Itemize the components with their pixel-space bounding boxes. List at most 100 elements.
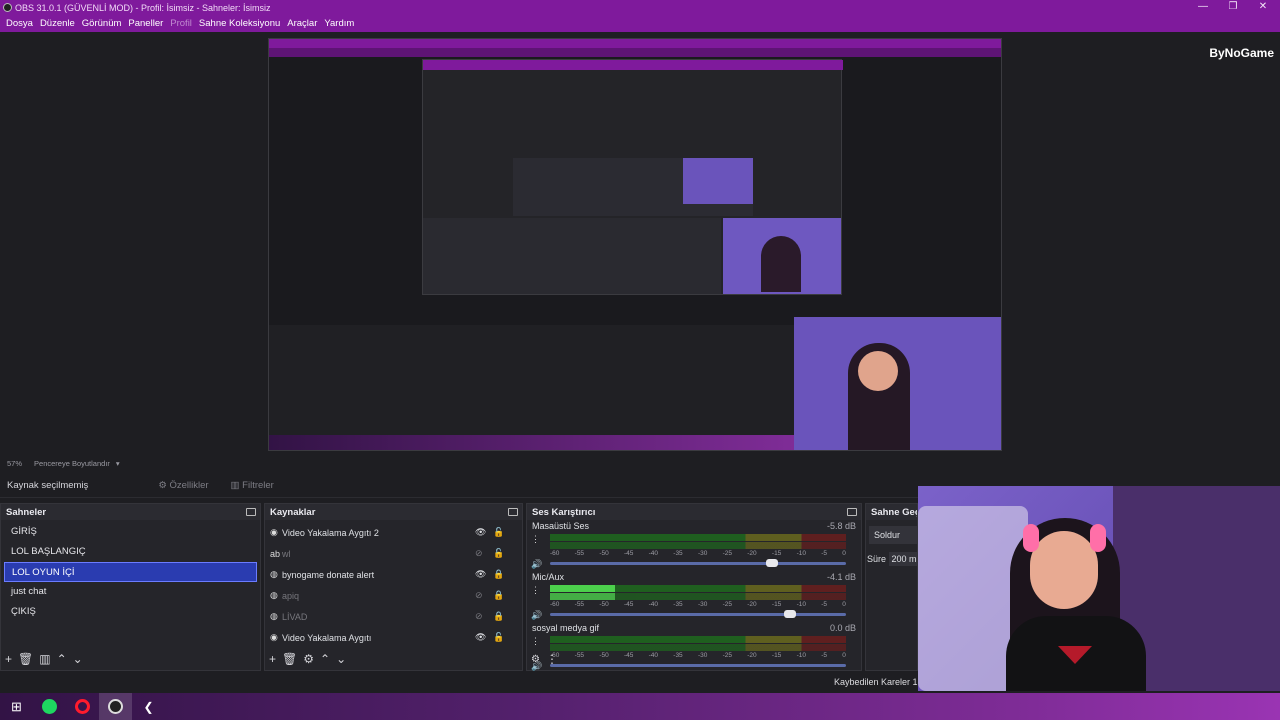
level-fill xyxy=(550,593,616,600)
menu-sahne-koleksiyonu[interactable]: Sahne Koleksiyonu xyxy=(199,18,280,29)
eye-off-icon[interactable]: ⊘ xyxy=(475,548,483,559)
volume-slider[interactable] xyxy=(550,559,846,567)
chevron-down-icon[interactable]: ⌄ xyxy=(336,652,346,666)
minimize-button[interactable]: — xyxy=(1188,0,1218,15)
scale-tick: -20 xyxy=(747,601,757,608)
trash-icon[interactable]: 🗑 xyxy=(282,652,297,666)
sources-toolbar: + 🗑 ⚙ ⌃ ⌄ xyxy=(265,648,522,670)
scale-tick: -45 xyxy=(623,550,634,557)
undock-icon[interactable] xyxy=(246,508,256,516)
add-source-icon[interactable]: + xyxy=(269,652,276,666)
advanced-audio-icon[interactable]: ⚙ xyxy=(531,654,540,665)
menu-araclar[interactable]: Araçlar xyxy=(287,18,317,29)
menu-dots-icon[interactable]: ⋮ xyxy=(531,534,540,545)
filters-button[interactable]: ▥ Filtreler xyxy=(231,480,274,491)
scale-tick: -25 xyxy=(722,550,732,557)
menu-paneller[interactable]: Paneller xyxy=(128,18,163,29)
meter-scale: -60 -55 -50 -45 -40 -35 -30 -25 -20 -15 -10 -5 0 xyxy=(550,601,846,608)
menu-duzenle[interactable]: Düzenle xyxy=(40,18,75,29)
gear-icon[interactable]: ⚙ xyxy=(303,652,314,666)
undock-icon[interactable] xyxy=(508,508,518,516)
filters-icon[interactable]: ▥ xyxy=(39,652,50,666)
scale-tick: -20 xyxy=(747,550,757,557)
scene-item-selected[interactable]: LOL OYUN İÇİ xyxy=(4,562,257,582)
eye-off-icon[interactable]: ⊘ xyxy=(475,611,483,622)
scale-tick: 0 xyxy=(842,601,846,608)
properties-button[interactable]: ⚙ Özellikler xyxy=(158,480,208,491)
speaker-icon[interactable]: 🔊 xyxy=(531,610,542,621)
scene-item[interactable]: just chat xyxy=(4,582,257,602)
speaker-icon[interactable]: 🔊 xyxy=(531,559,542,570)
eye-icon[interactable]: 👁 xyxy=(475,632,486,643)
menu-dots-icon[interactable]: ⋮ xyxy=(531,636,540,647)
menu-gorunum[interactable]: Görünüm xyxy=(82,18,122,29)
obs-taskbar-icon[interactable] xyxy=(99,693,132,720)
lock-closed-icon[interactable]: 🔒 xyxy=(493,611,504,622)
obs-logo-icon xyxy=(3,3,12,12)
scale-tick: -50 xyxy=(599,601,609,608)
menu-dots-icon[interactable]: ⋮ xyxy=(531,585,540,596)
scale-tick: -25 xyxy=(722,601,732,608)
menu-yardim[interactable]: Yardım xyxy=(324,18,354,29)
source-item[interactable]: ab wl ⊘ 🔓 xyxy=(265,543,522,564)
chevron-up-icon[interactable]: ⌃ xyxy=(57,652,67,666)
volume-slider[interactable] xyxy=(550,610,846,618)
channel-db: 0.0 dB xyxy=(829,623,856,633)
scenes-header: Sahneler xyxy=(1,504,260,520)
channel-db: -5.8 dB xyxy=(826,521,856,531)
duration-label: Süre xyxy=(867,554,887,564)
lock-open-icon[interactable]: 🔓 xyxy=(493,527,504,538)
lock-closed-icon[interactable]: 🔒 xyxy=(493,590,504,601)
scale-mode-select[interactable]: Pencereye Boyutlandır xyxy=(34,459,110,468)
text-icon: ab xyxy=(270,548,281,559)
volume-knob[interactable] xyxy=(766,559,778,567)
menu-dots-icon[interactable]: ⋮ xyxy=(546,652,558,666)
windows-start-icon[interactable]: ⊞ xyxy=(0,693,33,720)
lock-open-icon[interactable]: 🔓 xyxy=(493,548,504,559)
scale-tick: -15 xyxy=(771,601,782,608)
lock-closed-icon[interactable]: 🔒 xyxy=(493,569,504,580)
source-item[interactable]: ◍ LİVAD ⊘ 🔒 xyxy=(265,606,522,627)
eye-off-icon[interactable]: ⊘ xyxy=(475,590,483,601)
maximize-button[interactable]: ❐ xyxy=(1218,0,1248,15)
scene-item[interactable]: ÇIKIŞ xyxy=(4,602,257,622)
filter-icon: ▥ xyxy=(230,480,240,491)
scale-tick: -40 xyxy=(648,550,659,557)
source-item[interactable]: ◍ bynogame donate alert 👁 🔒 xyxy=(265,564,522,585)
volume-knob[interactable] xyxy=(783,610,796,618)
menu-bar: Dosya Düzenle Görünüm Paneller Profil Sa… xyxy=(0,15,1280,32)
scene-item[interactable]: GİRİŞ xyxy=(4,522,257,542)
source-item[interactable]: ◉ Video Yakalama Aygıtı 2 👁 🔓 xyxy=(265,522,522,543)
preview-canvas[interactable]: ByNoGame xyxy=(0,32,1280,456)
close-button[interactable]: ✕ xyxy=(1248,0,1278,15)
scale-tick: -5 xyxy=(821,550,827,557)
source-toolbar: Kaynak seçilmemiş ⚙ Özellikler ▥ Filtrel… xyxy=(0,474,918,498)
trash-icon[interactable]: 🗑 xyxy=(18,652,33,666)
transitions-header: Sahne Geçiş xyxy=(866,504,917,520)
menu-profil[interactable]: Profil xyxy=(170,18,192,29)
undock-icon[interactable] xyxy=(847,508,857,516)
level-fill xyxy=(550,585,616,592)
chevron-up-icon[interactable]: ⌃ xyxy=(320,652,330,666)
duration-input[interactable]: 200 m xyxy=(888,552,917,566)
scene-item[interactable]: LOL BAŞLANGIÇ xyxy=(4,542,257,562)
chevron-down-icon[interactable]: ▾ xyxy=(116,459,120,468)
app-icon[interactable]: ❮ xyxy=(132,693,165,720)
scenes-toolbar: + 🗑 ▥ ⌃ ⌄ xyxy=(1,648,260,670)
scale-tick: 0 xyxy=(842,550,846,557)
opera-icon[interactable] xyxy=(66,693,99,720)
spotify-icon[interactable] xyxy=(33,693,66,720)
transition-select[interactable]: Soldur xyxy=(869,526,917,544)
browser-icon: ◍ xyxy=(270,569,278,579)
eye-icon[interactable]: 👁 xyxy=(475,527,486,538)
chevron-down-icon[interactable]: ⌄ xyxy=(73,652,83,666)
source-item[interactable]: ◉ Video Yakalama Aygıtı 👁 🔓 xyxy=(265,627,522,648)
add-scene-icon[interactable]: + xyxy=(5,652,12,666)
gear-icon: ⚙ xyxy=(158,480,167,491)
webcam-overlay xyxy=(918,486,1280,691)
lock-open-icon[interactable]: 🔓 xyxy=(493,632,504,643)
scale-tick: -50 xyxy=(599,550,609,557)
eye-icon[interactable]: 👁 xyxy=(475,569,486,580)
menu-dosya[interactable]: Dosya xyxy=(6,18,33,29)
source-item[interactable]: ◍ apiq ⊘ 🔒 xyxy=(265,585,522,606)
